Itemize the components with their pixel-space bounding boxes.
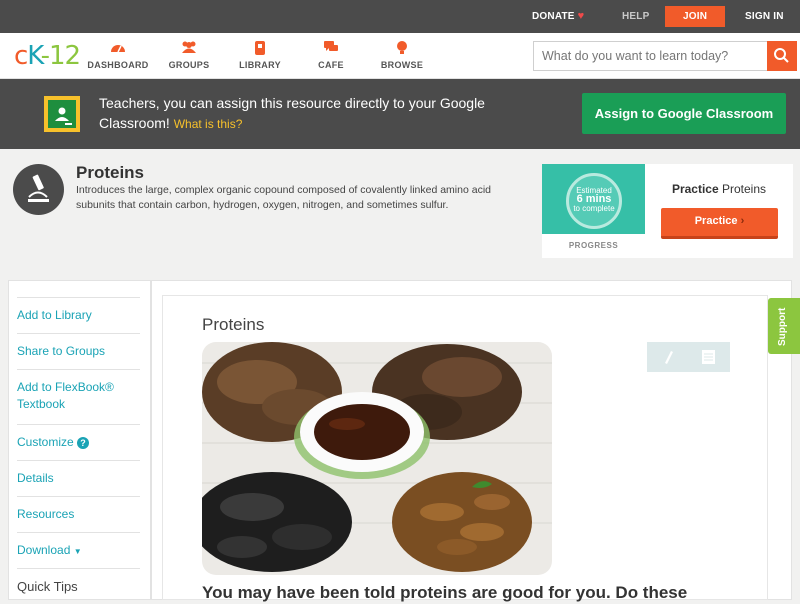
banner-text: Teachers, you can assign this resource d… — [99, 95, 485, 131]
ck12-logo[interactable]: cK-12 — [14, 41, 81, 71]
sign-in-link[interactable]: SIGN IN — [745, 0, 784, 33]
sidebar-item-download[interactable]: Download ▼ — [17, 532, 140, 568]
content-tools — [647, 342, 730, 372]
help-link[interactable]: HELP — [622, 0, 649, 33]
customize-label: Customize — [17, 435, 74, 449]
practice-title-bold: Practice — [671, 182, 719, 196]
edible-insects-photo — [202, 342, 552, 575]
sidebar-item-add-to-library[interactable]: Add to Library — [17, 297, 140, 333]
module-title: Proteins — [76, 163, 145, 182]
practice-card: Estimated 6 mins to complete PROGRESS Pr… — [542, 164, 793, 258]
estimated-complete: to complete — [573, 204, 615, 213]
google-classroom-icon — [44, 96, 80, 132]
pencil-icon[interactable] — [665, 351, 673, 364]
what-is-this-link[interactable]: What is this? — [174, 117, 243, 131]
banner-message: Teachers, you can assign this resource d… — [99, 93, 519, 134]
search-input[interactable] — [534, 42, 768, 70]
nav-cafe[interactable]: CAFE — [296, 40, 366, 70]
support-tab[interactable]: Support — [768, 298, 800, 354]
help-icon[interactable]: ? — [77, 437, 90, 449]
nav-groups[interactable]: GROUPS — [154, 40, 224, 70]
notes-icon[interactable] — [702, 350, 715, 364]
donate-link[interactable]: DONATE ♥ — [532, 0, 584, 33]
support-label: Support — [777, 307, 788, 346]
dashboard-icon — [83, 40, 153, 56]
logo-dash: - — [40, 41, 50, 71]
logo-k: K — [27, 41, 41, 71]
sidebar-item-add-to-flexbook[interactable]: Add to FlexBook® Textbook — [17, 369, 140, 424]
left-sidebar: Add to Library Share to Groups Add to Fl… — [8, 280, 151, 600]
sidebar-item-details[interactable]: Details — [17, 460, 140, 496]
sidebar-item-resources[interactable]: Resources — [17, 496, 140, 532]
nav-browse-label: BROWSE — [380, 60, 424, 70]
logo-12: 12 — [49, 41, 81, 71]
practice-title-topic: Proteins — [722, 182, 767, 196]
practice-title: Practice Proteins — [645, 182, 793, 196]
download-label: Download — [17, 543, 71, 557]
sidebar-item-customize[interactable]: Customize ? — [17, 424, 140, 460]
nav-cafe-label: CAFE — [318, 60, 344, 70]
progress-graphic: Estimated 6 mins to complete — [542, 164, 645, 234]
nav-library-label: LIBRARY — [239, 60, 281, 70]
join-button[interactable]: JOIN — [665, 6, 726, 27]
module-description: Introduces the large, complex organic co… — [76, 184, 491, 211]
practice-button-label: Practice — [694, 215, 738, 227]
content-title: Proteins — [202, 315, 265, 334]
content-intro-text: You may have been told proteins are good… — [202, 583, 688, 602]
search-button[interactable] — [767, 41, 797, 71]
logo-c: c — [14, 41, 28, 71]
sidebar-item-share-to-groups[interactable]: Share to Groups — [17, 333, 140, 369]
assign-to-google-classroom-button[interactable]: Assign to Google Classroom — [582, 93, 786, 134]
nav-dashboard-label: DASHBOARD — [87, 60, 149, 70]
estimated-time-badge: Estimated 6 mins to complete — [566, 173, 622, 229]
search-box — [533, 41, 797, 71]
browse-icon — [367, 40, 437, 56]
library-icon — [225, 40, 295, 56]
heart-icon: ♥ — [577, 10, 585, 22]
nav-library[interactable]: LIBRARY — [225, 40, 295, 70]
caret-down-icon: ▼ — [73, 547, 82, 556]
sidebar-item-quick-tips[interactable]: Quick Tips — [17, 568, 140, 604]
donate-label: DONATE — [532, 11, 575, 22]
cafe-icon — [296, 40, 366, 56]
top-bar: DONATE ♥ HELP JOIN SIGN IN — [0, 0, 800, 33]
practice-button[interactable]: Practice › — [661, 208, 778, 239]
chevron-right-icon: › — [740, 215, 745, 227]
groups-icon — [154, 40, 224, 56]
search-icon — [774, 48, 789, 63]
progress-label: PROGRESS — [568, 241, 619, 250]
nav-dashboard[interactable]: DASHBOARD — [83, 40, 153, 70]
nav-groups-label: GROUPS — [168, 60, 210, 70]
microscope-icon — [13, 164, 64, 215]
nav-browse[interactable]: BROWSE — [367, 40, 437, 70]
